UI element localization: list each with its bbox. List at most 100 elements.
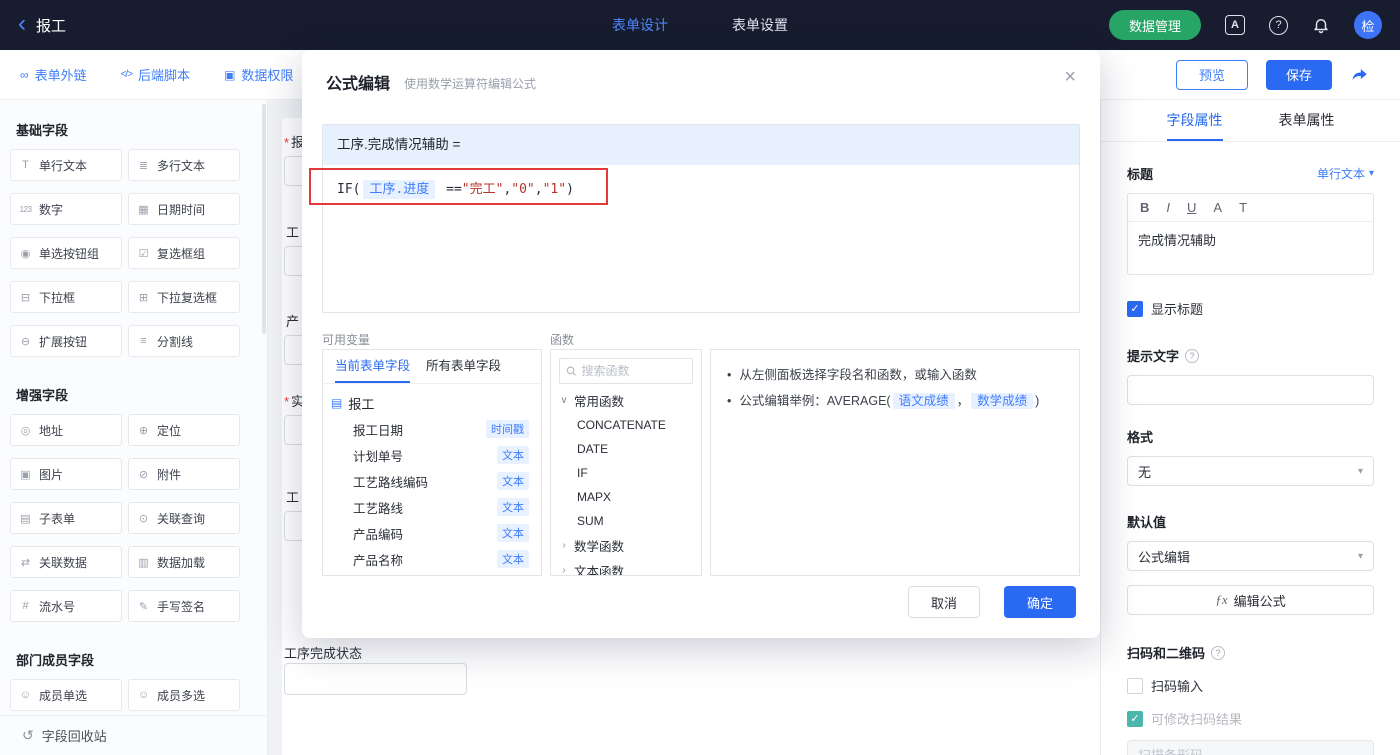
- field-datetime[interactable]: ▦ 日期时间: [128, 193, 240, 225]
- field-palette-sidebar: 基础字段 T 单行文本 ≣ 多行文本 123 数字 ▦ 日期时间 ◉ 单选按钮组 ☑ 复选框…: [0, 100, 268, 755]
- field-signature[interactable]: ✎ 手写签名: [128, 590, 240, 622]
- help-icon[interactable]: ?: [1269, 15, 1288, 35]
- function-item[interactable]: SUM: [551, 509, 701, 533]
- avatar[interactable]: 检: [1354, 11, 1382, 39]
- scan-help-icon[interactable]: ?: [1211, 645, 1226, 660]
- italic-button[interactable]: I: [1166, 200, 1170, 215]
- recycle-icon: ↺: [22, 727, 34, 743]
- field-checkbox-group[interactable]: ☑ 复选框组: [128, 237, 240, 269]
- field-radio-group[interactable]: ◉ 单选按钮组: [10, 237, 122, 269]
- title-value-input[interactable]: 完成情况辅助: [1128, 222, 1373, 274]
- variable-item[interactable]: 产品名称 文本: [331, 546, 533, 572]
- field-lookup-query[interactable]: ⊙ 关联查询: [128, 502, 240, 534]
- field-divider[interactable]: ≡ 分割线: [128, 325, 240, 357]
- field-multi-line-text[interactable]: ≣ 多行文本: [128, 149, 240, 181]
- field-chip[interactable]: 工序.进度: [363, 180, 436, 199]
- variable-item[interactable]: 产品编码 文本: [331, 520, 533, 546]
- function-group-math[interactable]: › 数学函数: [551, 533, 701, 558]
- font-color-button[interactable]: A: [1213, 200, 1222, 215]
- field-type-selector[interactable]: 单行文本 ▾: [1317, 165, 1374, 182]
- field-address[interactable]: ◎ 地址: [10, 414, 122, 446]
- variable-item[interactable]: 计划单号 文本: [331, 442, 533, 468]
- form-external-link-button[interactable]: ∞ 表单外链: [20, 65, 87, 84]
- variables-panel: 当前表单字段 所有表单字段 ▤ 报工 报工日期 时间戳 计划单号 文本 工艺路线编码…: [322, 349, 542, 576]
- section-title-basic-fields: 基础字段: [16, 123, 69, 138]
- function-item[interactable]: CONCATENATE: [551, 413, 701, 437]
- field-linked-data[interactable]: ⇄ 关联数据: [10, 546, 122, 578]
- tab-field-properties[interactable]: 字段属性: [1166, 100, 1223, 141]
- cancel-button[interactable]: 取消: [908, 586, 980, 618]
- default-value-label: 默认值: [1127, 515, 1167, 530]
- field-dropdown[interactable]: ⊟ 下拉框: [10, 281, 122, 313]
- function-item[interactable]: DATE: [551, 437, 701, 461]
- field-attachment[interactable]: ⊘ 附件: [128, 458, 240, 490]
- field-member-single[interactable]: ☺ 成员单选: [10, 679, 122, 711]
- formula-input-area[interactable]: IF(工序.进度 =="完工","0","1"): [323, 165, 1079, 312]
- save-button[interactable]: 保存: [1265, 59, 1332, 90]
- bold-button[interactable]: B: [1140, 200, 1149, 215]
- example-field-chip: 数学成绩: [971, 393, 1034, 409]
- tab-current-form-fields[interactable]: 当前表单字段: [335, 350, 411, 383]
- variable-item[interactable]: 报工日期 时间戳: [331, 416, 533, 442]
- function-search-input[interactable]: [581, 364, 686, 378]
- signature-icon: ✎: [138, 600, 149, 613]
- show-title-checkbox[interactable]: ✓: [1127, 300, 1143, 317]
- share-icon[interactable]: [1350, 65, 1370, 85]
- close-icon[interactable]: ×: [1064, 66, 1076, 89]
- members-icon: ☺: [137, 689, 150, 701]
- formula-token: ==: [438, 182, 462, 197]
- scan-section-title: 扫码和二维码: [1127, 646, 1206, 661]
- tab-form-design[interactable]: 表单设计: [612, 15, 668, 35]
- confirm-button[interactable]: 确定: [1004, 586, 1076, 618]
- formula-token: "1": [542, 182, 567, 197]
- field-multi-dropdown[interactable]: ⊞ 下拉复选框: [128, 281, 240, 313]
- caret-collapsed-icon: ›: [562, 540, 566, 551]
- format-select[interactable]: 无 ▾: [1127, 456, 1374, 486]
- attachment-icon: ⊘: [138, 468, 149, 481]
- field-label-fragment: 工: [286, 490, 300, 505]
- field-number[interactable]: 123 数字: [10, 193, 122, 225]
- field-single-line-text[interactable]: T 单行文本: [10, 149, 122, 181]
- scan-input-checkbox[interactable]: [1127, 677, 1143, 694]
- function-item[interactable]: IF: [551, 461, 701, 485]
- variables-root-form[interactable]: ▤ 报工: [331, 390, 533, 416]
- function-group-common[interactable]: ∨ 常用函数: [551, 388, 701, 413]
- function-item[interactable]: MAPX: [551, 485, 701, 509]
- field-serial-number[interactable]: # 流水号: [10, 590, 122, 622]
- backend-script-button[interactable]: </> 后端脚本: [121, 65, 190, 84]
- notification-bell-icon[interactable]: [1312, 16, 1330, 34]
- tab-form-properties[interactable]: 表单属性: [1279, 100, 1335, 141]
- back-icon[interactable]: ‹: [18, 11, 26, 35]
- sidebar-scrollbar[interactable]: [262, 104, 266, 334]
- barcode-input: [1127, 740, 1374, 755]
- variable-item[interactable]: 工艺路线 文本: [331, 494, 533, 520]
- hint-text-input[interactable]: [1127, 375, 1374, 405]
- scan-modify-checkbox[interactable]: ✓: [1127, 710, 1143, 727]
- field-subform[interactable]: ▤ 子表单: [10, 502, 122, 534]
- field-extend-button[interactable]: ⊖ 扩展按钮: [10, 325, 122, 357]
- field-location[interactable]: ⊕ 定位: [128, 414, 240, 446]
- tab-form-settings[interactable]: 表单设置: [732, 15, 788, 35]
- radio-icon: ◉: [20, 247, 31, 260]
- tab-all-form-fields[interactable]: 所有表单字段: [426, 350, 501, 383]
- show-title-label: 显示标题: [1151, 302, 1204, 317]
- type-badge: 文本: [497, 550, 529, 568]
- underline-button[interactable]: U: [1187, 200, 1196, 215]
- clear-format-button[interactable]: T: [1239, 200, 1247, 215]
- edit-formula-button[interactable]: ƒx 编辑公式: [1127, 585, 1374, 615]
- variable-item[interactable]: 工艺路线编码 文本: [331, 468, 533, 494]
- variables-section-label: 可用变量: [322, 333, 371, 347]
- hint-help-icon[interactable]: ?: [1185, 348, 1200, 363]
- field-recycle-bin[interactable]: ↺ 字段回收站: [0, 715, 267, 755]
- field-data-load[interactable]: ▥ 数据加载: [128, 546, 240, 578]
- data-manage-button[interactable]: 数据管理: [1108, 10, 1201, 40]
- field-member-multi[interactable]: ☺ 成员多选: [128, 679, 240, 711]
- translate-icon[interactable]: A: [1225, 15, 1245, 35]
- function-search[interactable]: [559, 358, 693, 384]
- function-group-text[interactable]: › 文本函数: [551, 558, 701, 575]
- data-permission-button[interactable]: ▣ 数据权限: [224, 65, 293, 84]
- default-value-select[interactable]: 公式编辑 ▾: [1127, 541, 1374, 571]
- field-image[interactable]: ▣ 图片: [10, 458, 122, 490]
- preview-button[interactable]: 预览: [1175, 59, 1248, 90]
- process-status-input[interactable]: [284, 663, 467, 695]
